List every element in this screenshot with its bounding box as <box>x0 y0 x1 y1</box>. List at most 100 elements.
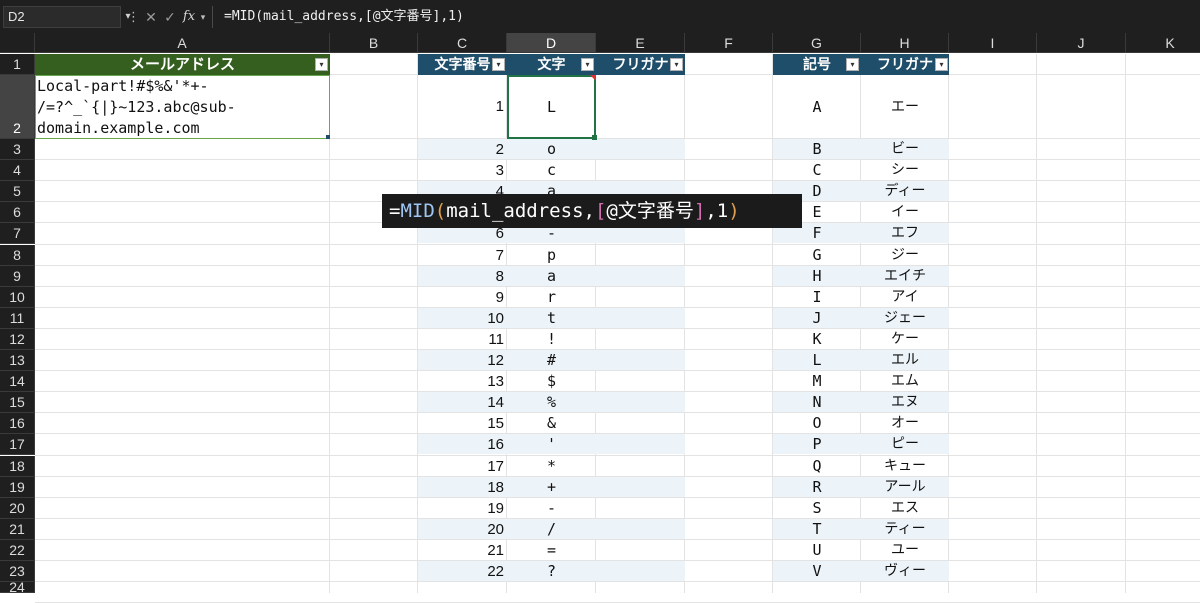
symbol-kana-cell[interactable]: エヌ <box>861 392 949 413</box>
row-header-18[interactable]: 18 <box>0 455 35 477</box>
active-cell-d2[interactable] <box>507 75 596 139</box>
char-kana-cell[interactable] <box>596 498 685 519</box>
row-header-2[interactable]: 2 <box>0 75 35 139</box>
fill-handle[interactable] <box>592 135 597 140</box>
fx-icon[interactable]: fx <box>180 6 198 28</box>
char-num-cell[interactable]: 1 <box>418 75 504 139</box>
char-kana-cell[interactable] <box>596 75 685 139</box>
row-header-4[interactable]: 4 <box>0 160 35 182</box>
char-cell[interactable]: ! <box>507 329 596 350</box>
char-cell[interactable]: = <box>507 540 596 561</box>
symbol-cell[interactable]: L <box>773 350 861 371</box>
row-header-9[interactable]: 9 <box>0 265 35 287</box>
row-header-24[interactable]: 24 <box>0 579 35 595</box>
symbol-kana-cell[interactable]: イー <box>861 202 949 223</box>
char-num-cell[interactable]: 22 <box>418 561 504 582</box>
char-cell[interactable]: # <box>507 350 596 371</box>
char-kana-cell[interactable] <box>596 371 685 392</box>
char-cell[interactable]: + <box>507 477 596 498</box>
cancel-icon[interactable]: ✕ <box>141 6 161 28</box>
row-header-8[interactable]: 8 <box>0 244 35 266</box>
symbol-kana-cell[interactable]: アール <box>861 477 949 498</box>
column-header-c[interactable]: C <box>418 33 507 53</box>
column-header-j[interactable]: J <box>1037 33 1126 53</box>
row-header-19[interactable]: 19 <box>0 476 35 498</box>
row-header-7[interactable]: 7 <box>0 223 35 245</box>
row-header-12[interactable]: 12 <box>0 328 35 350</box>
symbol-cell[interactable]: C <box>773 160 861 181</box>
check-icon[interactable]: ✓ <box>160 6 180 28</box>
char-kana-cell[interactable] <box>596 519 685 540</box>
symbol-cell[interactable]: J <box>773 308 861 329</box>
row-header-6[interactable]: 6 <box>0 202 35 224</box>
symbol-kana-cell[interactable]: エイチ <box>861 266 949 287</box>
char-num-cell[interactable]: 10 <box>418 308 504 329</box>
symbol-kana-cell[interactable]: ピー <box>861 434 949 455</box>
char-kana-cell[interactable] <box>596 287 685 308</box>
char-cell[interactable]: - <box>507 498 596 519</box>
char-num-cell[interactable]: 7 <box>418 245 504 266</box>
symbol-kana-cell[interactable]: ジー <box>861 245 949 266</box>
char-num-cell[interactable]: 20 <box>418 519 504 540</box>
filter-dropdown-icon[interactable]: ▾ <box>935 58 948 71</box>
char-kana-cell[interactable] <box>596 456 685 477</box>
row-header-1[interactable]: 1 <box>0 54 35 75</box>
column-header-b[interactable]: B <box>330 33 418 53</box>
char-num-cell[interactable]: 13 <box>418 371 504 392</box>
symbol-cell[interactable]: I <box>773 287 861 308</box>
char-cell[interactable]: a <box>507 266 596 287</box>
symbol-cell[interactable]: G <box>773 245 861 266</box>
symbol-cell[interactable]: N <box>773 392 861 413</box>
filter-dropdown-icon[interactable]: ▾ <box>581 58 594 71</box>
char-kana-cell[interactable] <box>596 245 685 266</box>
symbol-kana-cell[interactable]: ケー <box>861 329 949 350</box>
char-cell[interactable]: r <box>507 287 596 308</box>
row-header-10[interactable]: 10 <box>0 286 35 308</box>
row-header-21[interactable]: 21 <box>0 518 35 540</box>
symbol-kana-cell[interactable]: ビー <box>861 139 949 160</box>
row-header-15[interactable]: 15 <box>0 392 35 414</box>
char-cell[interactable]: * <box>507 456 596 477</box>
symbol-kana-cell[interactable]: キュー <box>861 456 949 477</box>
row-header-3[interactable]: 3 <box>0 139 35 161</box>
column-header-f[interactable]: F <box>685 33 773 53</box>
formula-input[interactable]: =MID(mail_address,[@文字番号],1) <box>224 6 464 28</box>
symbol-cell[interactable]: K <box>773 329 861 350</box>
char-kana-cell[interactable] <box>596 392 685 413</box>
column-header-g[interactable]: G <box>773 33 861 53</box>
char-cell[interactable]: & <box>507 413 596 434</box>
char-num-cell[interactable]: 3 <box>418 160 504 181</box>
symbol-cell[interactable]: O <box>773 413 861 434</box>
symbol-kana-cell[interactable]: オー <box>861 413 949 434</box>
row-header-16[interactable]: 16 <box>0 413 35 435</box>
char-num-cell[interactable]: 2 <box>418 139 504 160</box>
row-header-11[interactable]: 11 <box>0 307 35 329</box>
symbol-kana-cell[interactable]: ユー <box>861 540 949 561</box>
select-all-corner[interactable] <box>0 33 35 53</box>
fx-chevron-icon[interactable]: ▾ <box>197 6 209 28</box>
symbol-kana-cell[interactable]: ディー <box>861 181 949 202</box>
filter-dropdown-icon[interactable]: ▾ <box>670 58 683 71</box>
symbol-kana-cell[interactable]: ヴィー <box>861 561 949 582</box>
char-kana-cell[interactable] <box>596 434 685 455</box>
char-cell[interactable]: c <box>507 160 596 181</box>
symbol-kana-cell[interactable]: シー <box>861 160 949 181</box>
symbol-cell[interactable]: M <box>773 371 861 392</box>
char-num-cell[interactable]: 15 <box>418 413 504 434</box>
symbol-kana-cell[interactable]: アイ <box>861 287 949 308</box>
symbol-cell[interactable]: H <box>773 266 861 287</box>
row-header-22[interactable]: 22 <box>0 539 35 561</box>
char-num-cell[interactable]: 11 <box>418 329 504 350</box>
row-header-13[interactable]: 13 <box>0 350 35 372</box>
column-header-k[interactable]: K <box>1126 33 1200 53</box>
symbol-kana-cell[interactable]: エル <box>861 350 949 371</box>
char-kana-cell[interactable] <box>596 308 685 329</box>
char-cell[interactable]: p <box>507 245 596 266</box>
symbol-kana-cell[interactable]: ジェー <box>861 308 949 329</box>
filter-dropdown-icon[interactable]: ▾ <box>492 58 505 71</box>
row-header-5[interactable]: 5 <box>0 181 35 203</box>
symbol-cell[interactable]: R <box>773 477 861 498</box>
char-kana-cell[interactable] <box>596 139 685 160</box>
mail-table-header[interactable]: メールアドレス <box>35 54 330 75</box>
char-cell[interactable]: o <box>507 139 596 160</box>
